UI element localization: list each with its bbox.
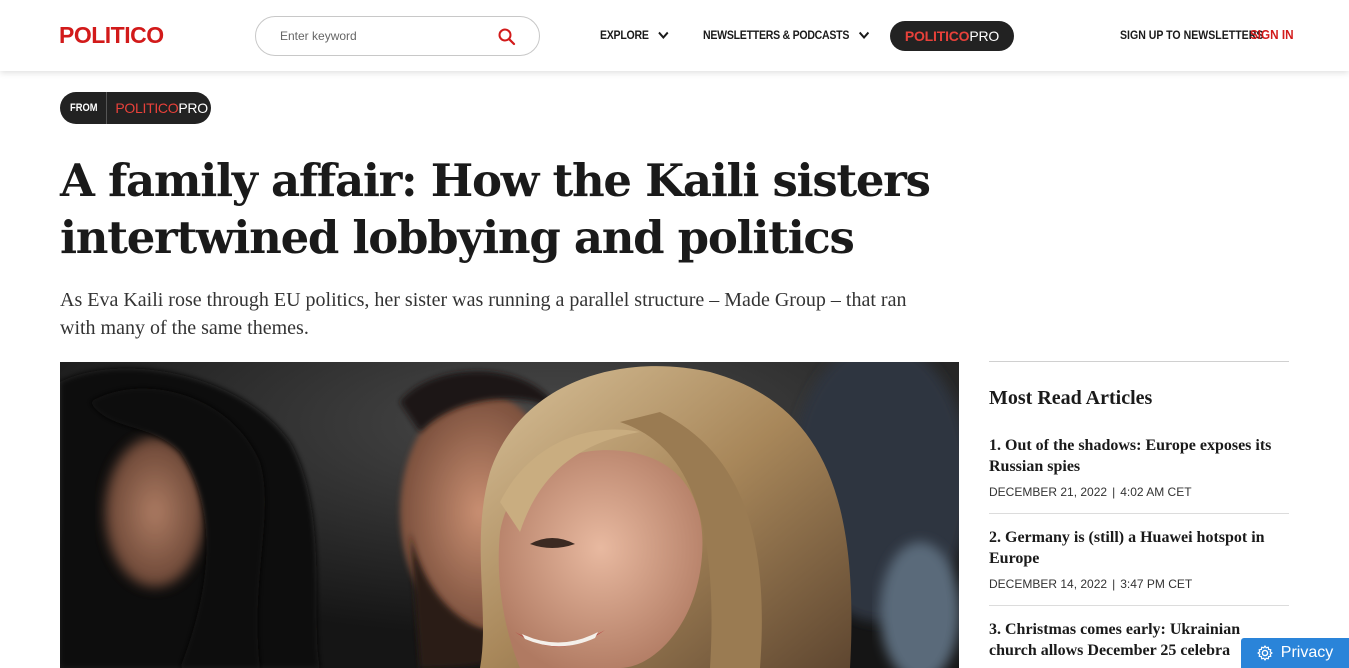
item-time: 3:47 PM CET xyxy=(1120,577,1193,591)
badge-pro-part1: POLITICO xyxy=(115,100,179,116)
article-headline: A family affair: How the Kaili sisters i… xyxy=(60,154,931,264)
article-dek: As Eva Kaili rose through EU politics, h… xyxy=(60,289,907,339)
most-read-item-title[interactable]: 1. Out of the shadows: Europe exposes it… xyxy=(989,435,1289,477)
search-input[interactable] xyxy=(280,26,500,46)
most-read-title: Most Read Articles xyxy=(989,387,1153,409)
most-read-item[interactable]: 2. Germany is (still) a Huawei hotspot i… xyxy=(989,514,1289,606)
most-read-sidebar: Most Read Articles 1. Out of the shadows… xyxy=(989,361,1289,668)
search-icon[interactable] xyxy=(497,27,517,47)
search-box xyxy=(255,16,540,56)
item-time: 4:02 AM CET xyxy=(1120,485,1192,499)
chevron-down-icon xyxy=(658,31,669,40)
most-read-item-meta: DECEMBER 14, 2022 | 3:47 PM CET xyxy=(989,577,1289,591)
most-read-item-title[interactable]: 2. Germany is (still) a Huawei hotspot i… xyxy=(989,527,1289,569)
site-header: POLITICO EXPLORE NEWSLETTERS & PODCASTS … xyxy=(0,0,1349,71)
from-label: FROM xyxy=(70,102,98,114)
most-read-item-meta: DECEMBER 21, 2022 | 4:02 AM CET xyxy=(989,485,1289,499)
nav-newsletters-label: NEWSLETTERS & PODCASTS xyxy=(703,28,850,42)
item-date: DECEMBER 14, 2022 xyxy=(989,577,1108,591)
politico-logo[interactable]: POLITICO xyxy=(59,22,164,49)
item-date: DECEMBER 21, 2022 xyxy=(989,485,1108,499)
most-read-list: 1. Out of the shadows: Europe exposes it… xyxy=(989,435,1289,668)
most-read-item[interactable]: 1. Out of the shadows: Europe exposes it… xyxy=(989,435,1289,514)
hero-image xyxy=(60,362,959,668)
privacy-button[interactable]: Privacy xyxy=(1241,638,1349,668)
meta-separator: | xyxy=(1112,577,1116,591)
signup-newsletters-link[interactable]: SIGN UP TO NEWSLETTERS xyxy=(1120,28,1263,42)
pro-logo-part1: POLITICO xyxy=(904,28,970,44)
politico-pro-button[interactable]: POLITICO PRO xyxy=(890,21,1014,51)
badge-divider xyxy=(106,92,108,124)
pro-logo-part2: PRO xyxy=(969,28,1000,44)
nav-explore[interactable]: EXPLORE xyxy=(600,28,670,42)
chevron-down-icon xyxy=(859,31,870,40)
meta-separator: | xyxy=(1112,485,1116,499)
badge-pro-part2: PRO xyxy=(178,100,208,116)
gear-icon xyxy=(1257,645,1273,661)
privacy-label: Privacy xyxy=(1280,644,1334,661)
nav-explore-label: EXPLORE xyxy=(600,28,649,42)
from-politico-pro-badge[interactable]: FROM POLITICO PRO xyxy=(60,92,211,124)
nav-newsletters-podcasts[interactable]: NEWSLETTERS & PODCASTS xyxy=(703,28,870,42)
signin-link[interactable]: SIGN IN xyxy=(1250,27,1294,42)
